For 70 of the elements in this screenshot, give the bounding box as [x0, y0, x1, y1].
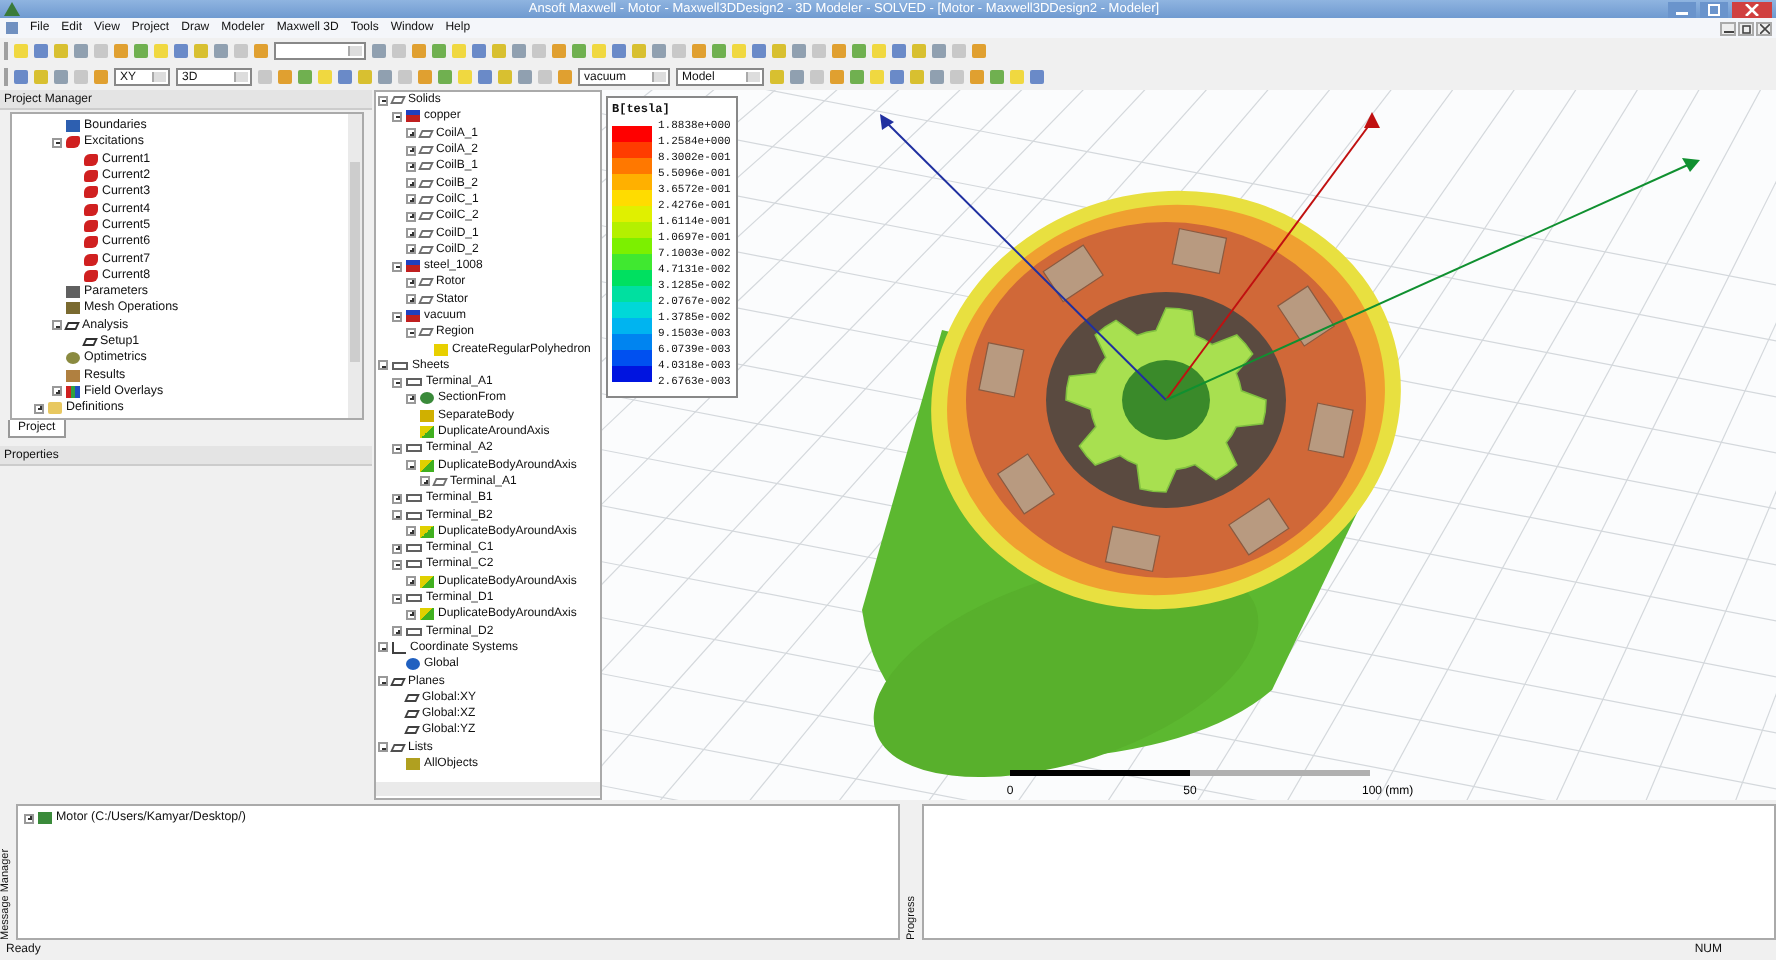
expand-toggle[interactable] — [406, 228, 416, 239]
solid-icon — [390, 96, 406, 105]
objects-icon — [406, 758, 420, 771]
project-icon — [38, 812, 52, 825]
expand-toggle[interactable] — [378, 742, 388, 753]
expand-toggle[interactable] — [392, 311, 402, 321]
expand-toggle[interactable] — [392, 261, 402, 272]
expand-toggle[interactable] — [392, 626, 402, 637]
expand-toggle[interactable] — [406, 277, 416, 288]
expand-toggle[interactable] — [52, 386, 62, 397]
planes-icon — [390, 677, 406, 686]
expand-toggle[interactable] — [392, 543, 402, 554]
expand-toggle[interactable] — [406, 128, 416, 139]
expand-toggle[interactable] — [392, 377, 402, 388]
expand-toggle[interactable] — [406, 576, 416, 587]
create-icon — [434, 343, 448, 356]
expand-toggle[interactable] — [392, 443, 402, 454]
sheet-icon — [406, 627, 422, 636]
restore-button[interactable] — [1738, 21, 1754, 35]
restore-icon — [1741, 23, 1751, 33]
boundary-icon — [66, 120, 80, 133]
expand-toggle[interactable] — [406, 161, 416, 172]
expand-toggle[interactable] — [34, 403, 44, 414]
parameters-icon — [66, 286, 80, 299]
solid-icon — [432, 477, 448, 486]
expand-toggle[interactable] — [406, 526, 416, 537]
expand-toggle[interactable] — [406, 244, 416, 255]
dropdown-field[interactable] — [274, 42, 366, 60]
close-icon — [1759, 23, 1769, 33]
expand-toggle[interactable] — [392, 510, 402, 521]
expand-toggle[interactable] — [378, 360, 388, 371]
solid-icon — [418, 328, 434, 337]
axes-icon — [392, 641, 406, 654]
expand-toggle[interactable] — [378, 676, 388, 687]
expand-toggle[interactable] — [378, 642, 388, 653]
mesh-icon — [66, 302, 80, 315]
expand-toggle[interactable] — [406, 393, 416, 404]
scrollbar[interactable] — [376, 782, 600, 796]
expand-toggle[interactable] — [420, 476, 430, 487]
coordinate-icon — [406, 658, 420, 671]
scrollbar[interactable] — [348, 114, 362, 418]
expand-toggle[interactable] — [406, 609, 416, 620]
close-button[interactable] — [1756, 21, 1772, 35]
expand-toggle[interactable] — [24, 813, 34, 824]
expand-toggle[interactable] — [378, 95, 388, 106]
document-icon — [6, 22, 18, 34]
expand-toggle[interactable] — [392, 111, 402, 122]
expand-toggle[interactable] — [406, 294, 416, 305]
expand-toggle[interactable] — [406, 194, 416, 205]
expand-toggle[interactable] — [52, 320, 62, 331]
expand-toggle[interactable] — [52, 137, 62, 148]
expand-toggle[interactable] — [406, 145, 416, 156]
expand-toggle[interactable] — [392, 559, 402, 570]
results-icon — [66, 369, 80, 382]
expand-toggle[interactable] — [406, 327, 416, 338]
optimetrics-icon — [66, 352, 80, 365]
expand-toggle[interactable] — [406, 460, 416, 471]
sheet-icon — [406, 444, 422, 453]
sheet-icon — [406, 594, 422, 603]
expand-toggle[interactable] — [392, 593, 402, 604]
expand-toggle[interactable] — [406, 178, 416, 189]
close-button[interactable] — [1732, 1, 1772, 17]
minimize-button[interactable] — [1720, 21, 1736, 35]
section-icon — [420, 392, 434, 405]
list-icon — [390, 743, 406, 752]
expand-toggle[interactable] — [392, 493, 402, 504]
overlays-icon — [66, 385, 80, 398]
scroll-thumb[interactable] — [350, 162, 360, 362]
expand-toggle[interactable] — [406, 211, 416, 222]
folder-icon — [48, 402, 62, 415]
